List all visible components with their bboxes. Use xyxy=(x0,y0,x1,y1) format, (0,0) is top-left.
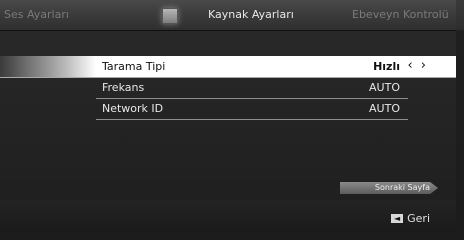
tab-kaynak-ayarlari[interactable]: Kaynak Ayarları xyxy=(208,8,294,21)
footer-bar: ◄ Geri xyxy=(0,200,456,232)
back-button[interactable]: ◄ Geri xyxy=(391,212,430,226)
setting-label: Frekans xyxy=(102,81,145,94)
setting-value: AUTO xyxy=(369,81,400,94)
setting-row-tarama-tipi[interactable]: Tarama Tipi Hızlı ‹ › xyxy=(0,56,456,78)
setting-row-network-id[interactable]: Network ID AUTO xyxy=(96,98,408,120)
source-icon xyxy=(162,8,178,24)
left-right-arrows-icon[interactable]: ‹ › xyxy=(407,58,428,73)
setting-value: AUTO xyxy=(369,102,400,115)
back-label: Geri xyxy=(407,212,430,225)
tab-bar: Ses Ayarları Kaynak Ayarları Ebeveyn Kon… xyxy=(0,0,456,31)
tv-menu-screen: Ses Ayarları Kaynak Ayarları Ebeveyn Kon… xyxy=(0,0,464,240)
setting-row-frekans[interactable]: Frekans AUTO xyxy=(96,77,408,99)
setting-label: Network ID xyxy=(102,102,164,115)
setting-label: Tarama Tipi xyxy=(102,60,166,73)
tab-ebeveyn-kontrolu[interactable]: Ebeveyn Kontrolü xyxy=(352,8,449,21)
setting-value: Hızlı xyxy=(373,60,400,73)
next-page-button[interactable]: Sonraki Sayfa xyxy=(340,182,438,194)
back-arrow-icon: ◄ xyxy=(391,214,404,223)
tab-ses-ayarlari[interactable]: Ses Ayarları xyxy=(4,8,69,21)
menu-panel: Ses Ayarları Kaynak Ayarları Ebeveyn Kon… xyxy=(0,0,456,232)
